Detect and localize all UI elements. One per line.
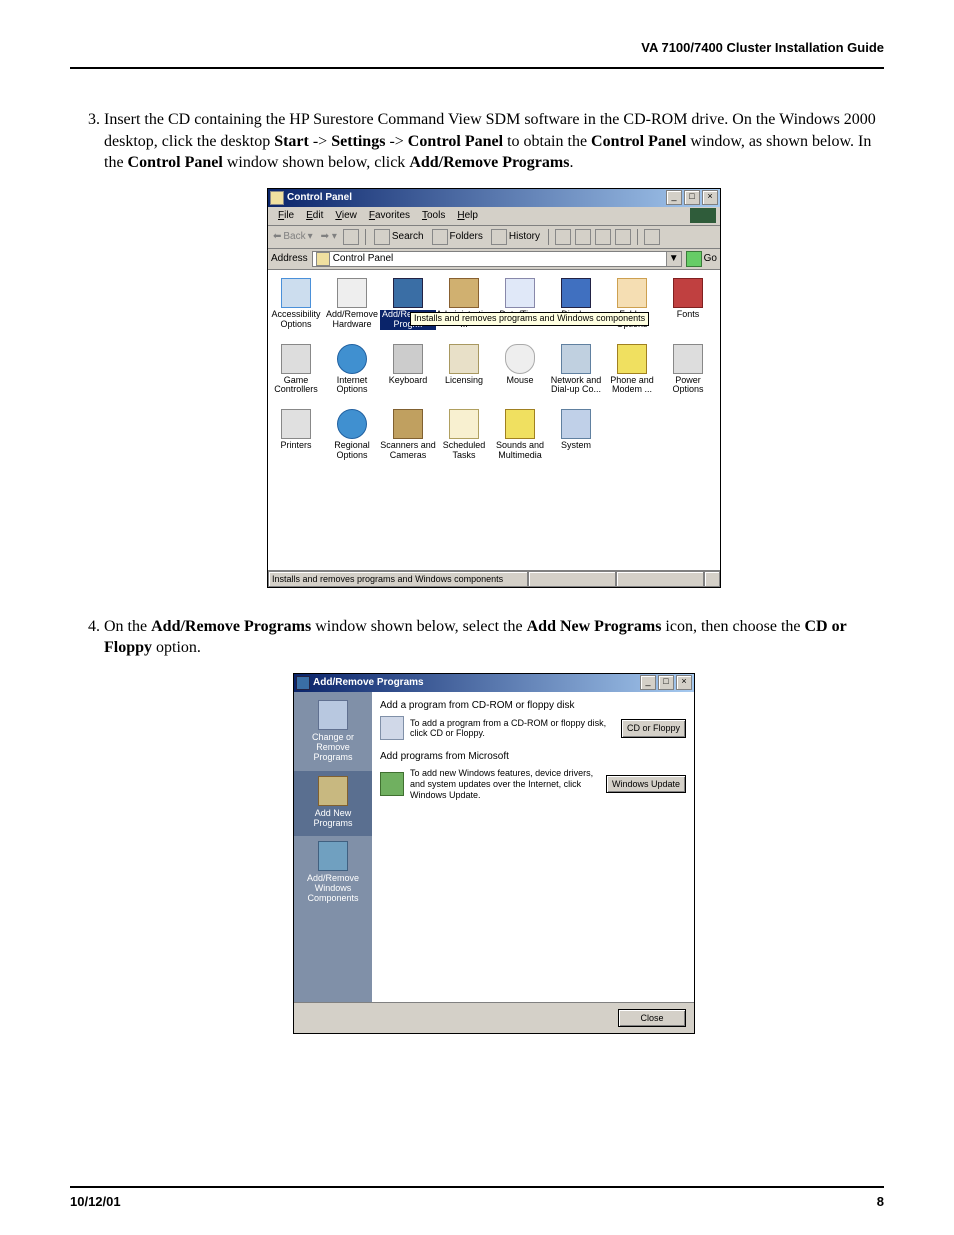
- step-4: On the Add/Remove Programs window shown …: [104, 616, 884, 1034]
- arp-footer: Close: [294, 1002, 694, 1033]
- views-icon[interactable]: [644, 229, 660, 245]
- side-windows-components[interactable]: Add/Remove Windows Components: [294, 836, 372, 912]
- step-3: Insert the CD containing the HP Surestor…: [104, 109, 884, 588]
- history-button[interactable]: History: [489, 229, 542, 245]
- tooltip: Installs and removes programs and Window…: [410, 312, 649, 326]
- window-title: Control Panel: [287, 191, 352, 205]
- arp-window-title: Add/Remove Programs: [313, 676, 424, 690]
- section-cd-text: To add a program from a CD-ROM or floppy…: [410, 718, 615, 740]
- menu-tools[interactable]: Tools: [416, 208, 451, 224]
- moveto-icon[interactable]: [555, 229, 571, 245]
- item-network[interactable]: Network and Dial-up Co...: [548, 344, 604, 396]
- address-dropdown-icon[interactable]: ▼: [666, 252, 681, 266]
- item-fonts[interactable]: Fonts: [660, 278, 716, 330]
- menubar-row: File Edit View Favorites Tools Help: [268, 207, 720, 226]
- resize-grip-icon[interactable]: [704, 571, 720, 587]
- side-add-new[interactable]: Add New Programs: [294, 771, 372, 837]
- go-arrow-icon: [686, 251, 702, 267]
- arp-title-icon: [296, 676, 310, 690]
- up-icon[interactable]: [343, 229, 359, 245]
- side-change-remove[interactable]: Change or Remove Programs: [294, 695, 372, 771]
- windows-logo-icon: [690, 208, 716, 223]
- item-internet[interactable]: Internet Options: [324, 344, 380, 396]
- history-icon: [491, 229, 507, 245]
- close-button-arp[interactable]: Close: [618, 1009, 686, 1027]
- folders-icon: [432, 229, 448, 245]
- status-text: Installs and removes programs and Window…: [268, 571, 528, 587]
- item-add-remove-hardware[interactable]: Add/Remove Hardware: [324, 278, 380, 330]
- maximize-button[interactable]: □: [684, 190, 700, 205]
- item-add-remove-programs[interactable]: Add/Remove Progr... Installs and removes…: [380, 278, 436, 330]
- item-keyboard[interactable]: Keyboard: [380, 344, 436, 396]
- address-label: Address: [271, 252, 308, 266]
- section-cd-title: Add a program from CD-ROM or floppy disk: [380, 699, 686, 713]
- close-button[interactable]: ×: [702, 190, 718, 205]
- item-game[interactable]: Game Controllers: [268, 344, 324, 396]
- doc-header-title: VA 7100/7400 Cluster Installation Guide: [70, 40, 884, 61]
- menu-favorites[interactable]: Favorites: [363, 208, 416, 224]
- menu-edit[interactable]: Edit: [300, 208, 329, 224]
- back-button[interactable]: ⬅ Back ▾: [271, 230, 315, 244]
- search-button[interactable]: Search: [372, 229, 426, 245]
- status-bar: Installs and removes programs and Window…: [268, 570, 720, 587]
- search-icon: [374, 229, 390, 245]
- arp-titlebar[interactable]: Add/Remove Programs _ □ ×: [294, 674, 694, 692]
- minimize-button[interactable]: _: [666, 190, 682, 205]
- header-rule: [70, 67, 884, 69]
- toolbar: ⬅ Back ▾ ➡ ▾ Search Folders History: [268, 226, 720, 249]
- footer-page: 8: [877, 1194, 884, 1209]
- section-ms-text: To add new Windows features, device driv…: [410, 768, 600, 800]
- cp-items-area: Accessibility Options Add/Remove Hardwar…: [268, 270, 720, 570]
- item-phone[interactable]: Phone and Modem ...: [604, 344, 660, 396]
- menu-file[interactable]: File: [272, 208, 300, 224]
- arp-main-panel: Add a program from CD-ROM or floppy disk…: [372, 692, 694, 1002]
- control-panel-icon: [270, 191, 284, 205]
- copyto-icon[interactable]: [575, 229, 591, 245]
- item-regional[interactable]: Regional Options: [324, 409, 380, 461]
- address-input[interactable]: Control Panel ▼: [312, 251, 682, 267]
- arp-close-button[interactable]: ×: [676, 675, 692, 690]
- undo-icon[interactable]: [615, 229, 631, 245]
- add-remove-programs-window: Add/Remove Programs _ □ × Change or Remo…: [293, 673, 695, 1034]
- item-scanners[interactable]: Scanners and Cameras: [380, 409, 436, 461]
- windows-update-button[interactable]: Windows Update: [606, 775, 686, 793]
- item-accessibility[interactable]: Accessibility Options: [268, 278, 324, 330]
- arp-maximize-button[interactable]: □: [658, 675, 674, 690]
- menu-view[interactable]: View: [329, 208, 363, 224]
- arp-sidebar: Change or Remove Programs Add New Progra…: [294, 692, 372, 1002]
- folders-button[interactable]: Folders: [430, 229, 485, 245]
- control-panel-window: Control Panel _ □ × File Edit View Favor…: [267, 188, 721, 588]
- arp-minimize-button[interactable]: _: [640, 675, 656, 690]
- forward-button[interactable]: ➡ ▾: [319, 230, 339, 244]
- address-icon: [316, 252, 330, 266]
- section-ms-title: Add programs from Microsoft: [380, 750, 686, 764]
- item-sounds[interactable]: Sounds and Multimedia: [492, 409, 548, 461]
- address-bar: Address Control Panel ▼ Go: [268, 249, 720, 270]
- item-printers[interactable]: Printers: [268, 409, 324, 461]
- go-button[interactable]: Go: [686, 251, 717, 267]
- item-scheduled[interactable]: Scheduled Tasks: [436, 409, 492, 461]
- menu-help[interactable]: Help: [451, 208, 484, 224]
- titlebar[interactable]: Control Panel _ □ ×: [268, 189, 720, 207]
- item-mouse[interactable]: Mouse: [492, 344, 548, 396]
- item-power[interactable]: Power Options: [660, 344, 716, 396]
- cd-or-floppy-button[interactable]: CD or Floppy: [621, 719, 686, 737]
- delete-icon[interactable]: [595, 229, 611, 245]
- footer-date: 10/12/01: [70, 1194, 121, 1209]
- item-system[interactable]: System: [548, 409, 604, 461]
- cd-floppy-icon: [380, 716, 404, 740]
- page-footer: 10/12/01 8: [70, 1186, 884, 1209]
- item-licensing[interactable]: Licensing: [436, 344, 492, 396]
- windows-update-icon: [380, 772, 404, 796]
